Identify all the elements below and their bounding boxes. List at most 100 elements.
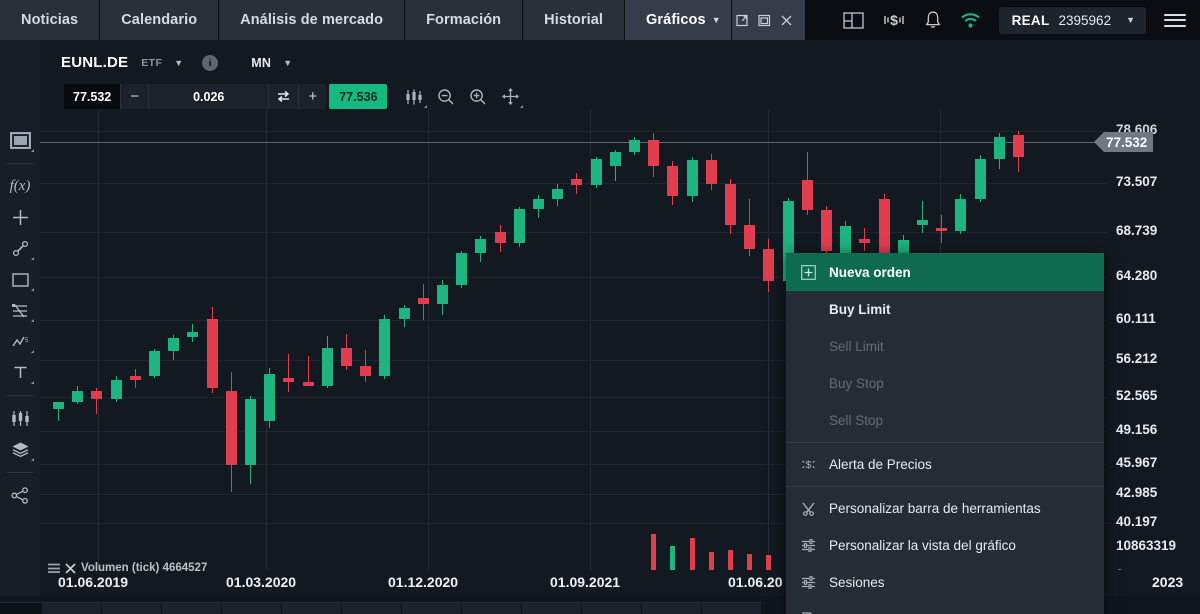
tools-icon [800,501,817,516]
symbol-kind: ETF [141,57,162,69]
currency-icon[interactable]: $ [882,10,906,30]
candle-body [629,140,640,152]
menu-plantillas[interactable]: Plantillas ▶ [786,601,1104,614]
symbol-chevron-down-icon[interactable]: ▼ [174,58,183,68]
crosshair-tool[interactable] [0,202,40,233]
candles-icon [11,410,30,427]
time-tick: 01.03.2020 [226,574,296,590]
ask-price[interactable]: 77.536 [329,84,387,109]
candles-tool[interactable] [0,403,40,434]
elliott-wave-tool[interactable]: 5 [0,326,40,357]
chart-type-button[interactable] [404,87,424,107]
nav-noticias[interactable]: Noticias [0,0,100,40]
candle-body [610,152,621,166]
bottom-tab[interactable] [342,602,402,614]
indicators-tool[interactable]: f(x) [0,171,40,202]
candle-body [130,376,141,380]
swap-icon [276,90,291,103]
bottom-tab[interactable] [162,602,222,614]
trendline-tool[interactable] [0,233,40,264]
close-icon[interactable] [780,14,793,27]
menu-personalizar-barra[interactable]: Personalizar barra de herramientas [786,490,1104,527]
increase-button[interactable]: + [298,84,326,109]
text-icon [13,365,28,380]
hamburger-icon[interactable] [1164,14,1186,27]
menu-buy-limit[interactable]: Buy Limit [786,291,1104,328]
bottom-tab[interactable] [462,602,522,614]
candle-body [91,391,102,399]
fibonacci-tool[interactable] [0,295,40,326]
bid-price[interactable]: 77.532 [64,84,120,109]
menu-alerta-de-precios[interactable]: $ Alerta de Precios [786,446,1104,483]
account-selector[interactable]: REAL 2395962 ▼ [999,7,1146,34]
menu-nueva-orden[interactable]: Nueva orden [786,253,1104,291]
menu-personalizar-vista[interactable]: Personalizar la vista del gráfico [786,527,1104,564]
bottom-tab[interactable] [282,602,342,614]
menu-sesiones[interactable]: Sesiones [786,564,1104,601]
nav-historial[interactable]: Historial [523,0,625,40]
nav-formacion[interactable]: Formación [405,0,523,40]
candle-body [303,382,314,386]
layers-tool[interactable] [0,434,40,465]
menu-personalizar-barra-label: Personalizar barra de herramientas [829,501,1041,516]
bottom-tab[interactable] [222,602,282,614]
bottom-tab[interactable] [522,602,582,614]
bottom-tab[interactable] [582,602,642,614]
swap-button[interactable] [268,84,298,109]
current-price-badge: 77.532 [1094,132,1153,152]
rectangle-icon [12,273,29,287]
timeframe-chevron-down-icon[interactable]: ▼ [283,58,292,68]
zoom-in-button[interactable] [468,87,488,107]
menu-sell-stop-label: Sell Stop [829,413,883,428]
nav-calendario[interactable]: Calendario [100,0,219,40]
tab-graficos[interactable]: Gráficos ▼ [625,0,732,40]
menu-buy-stop-label: Buy Stop [829,376,884,391]
timeframe-label[interactable]: MN [251,56,271,70]
grid-line [40,232,1108,233]
close-icon[interactable] [65,563,76,574]
candle-body [495,232,506,243]
popout-icon[interactable] [736,14,749,27]
settings-icon[interactable] [48,563,60,574]
candle-wick [922,201,923,234]
elliott-wave-icon: 5 [11,334,29,350]
zoom-out-button[interactable] [436,87,456,107]
bottom-tab[interactable] [102,602,162,614]
candle-body [514,209,525,244]
bell-icon[interactable] [924,10,942,30]
time-tick: 2023 [1152,574,1183,590]
info-icon[interactable]: i [202,55,218,71]
zoom-in-icon [469,88,487,106]
rectangle-tool[interactable] [0,264,40,295]
bottom-tab[interactable] [402,602,462,614]
decrease-button[interactable]: − [120,84,148,109]
bottom-tab[interactable] [0,602,42,614]
restore-icon[interactable] [758,14,771,27]
candle-body [802,180,813,210]
chart-type-tool[interactable] [0,125,40,156]
share-tool[interactable] [0,480,40,511]
candle-body [360,366,371,376]
text-tool[interactable] [0,357,40,388]
menu-sell-limit-label: Sell Limit [829,339,884,354]
nav-analisis-de-mercado[interactable]: Análisis de mercado [219,0,405,40]
price-tick-label: 49.156 [1116,422,1157,437]
candle-body [111,380,122,399]
bottom-tab[interactable] [42,602,102,614]
symbol-name[interactable]: EUNL.DE [61,54,128,71]
price-tick-label: 42.985 [1116,485,1157,500]
candle-body [533,199,544,209]
bottom-tab[interactable] [642,602,702,614]
bottom-tab[interactable] [702,602,762,614]
price-axis[interactable]: 78.60673.50768.73964.28060.11156.21252.5… [1108,110,1200,590]
candle-wick [288,354,289,393]
layout-icon[interactable] [843,11,864,30]
menu-alerta-label: Alerta de Precios [829,457,932,472]
symbol-bar: EUNL.DE ETF ▼ i MN ▼ [40,40,1200,85]
wifi-icon[interactable] [960,12,981,29]
candle-body [744,225,755,248]
svg-text:$: $ [806,460,812,471]
spread-value: 0.026 [148,84,268,109]
move-chart-button[interactable] [500,87,520,107]
nav-historial-label: Historial [544,12,603,28]
